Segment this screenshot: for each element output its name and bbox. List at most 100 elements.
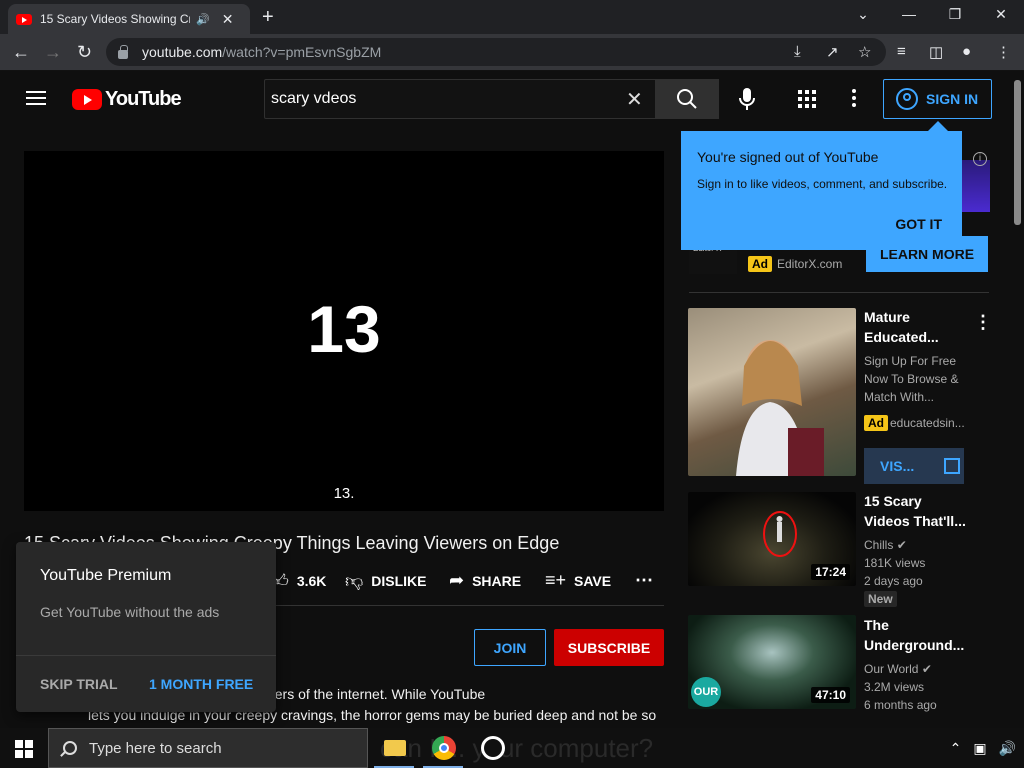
browser-toolbar: ← → ↻ youtube.com/watch?v=pmEsvnSgbZM ⤓ … <box>0 34 1024 71</box>
external-link-icon <box>944 458 961 474</box>
ad-domain: EditorX.com <box>777 257 843 271</box>
got-it-button[interactable]: GOT IT <box>895 216 942 232</box>
chrome-icon[interactable] <box>432 736 456 760</box>
tab-title: 15 Scary Videos Showing Cre <box>40 12 190 26</box>
taskbar-background-text: can I ... your computer? <box>380 733 654 763</box>
apps-grid-icon[interactable] <box>798 90 816 108</box>
share-page-icon[interactable]: ↗ <box>826 43 839 61</box>
search-icon <box>677 89 697 109</box>
video-thumbnail[interactable]: 17:24 <box>688 492 856 586</box>
more-actions-icon[interactable]: ⋯ <box>635 570 653 591</box>
profile-icon[interactable]: ● <box>962 43 971 60</box>
browser-menu-icon[interactable]: ⋮ <box>996 43 1011 61</box>
related-video-title[interactable]: 15 Scary Videos That'll... <box>864 491 968 531</box>
tooltip-subtitle: Sign in to like videos, comment, and sub… <box>697 177 948 191</box>
windows-start-icon[interactable] <box>15 740 33 758</box>
share-icon: ➦ <box>449 570 465 590</box>
clear-search-icon[interactable]: ✕ <box>626 87 643 112</box>
app-icon[interactable] <box>481 736 505 760</box>
taskbar-search-placeholder: Type here to search <box>89 739 222 757</box>
new-badge: New <box>864 591 897 607</box>
minimize-button[interactable]: — <box>886 6 932 22</box>
file-explorer-icon[interactable] <box>384 740 406 756</box>
subscribe-button[interactable]: SUBSCRIBE <box>554 629 664 666</box>
install-icon[interactable]: ⤓ <box>794 43 801 60</box>
maximize-button[interactable]: ❐ <box>932 6 978 23</box>
youtube-logo[interactable]: YouTube <box>72 88 182 111</box>
sign-in-button[interactable]: SIGN IN <box>883 79 992 119</box>
search-button[interactable] <box>655 79 719 119</box>
forward-button[interactable]: → <box>44 42 62 63</box>
search-icon <box>63 741 77 755</box>
tooltip-title: You're signed out of YouTube <box>697 149 879 165</box>
new-tab-button[interactable]: + <box>262 6 274 29</box>
speaker-icon[interactable]: 🔊 <box>196 13 210 26</box>
lock-icon <box>118 44 128 59</box>
ad-domain: educatedsin... <box>890 416 965 430</box>
volume-icon[interactable]: 🔊 <box>999 740 1016 757</box>
video-player[interactable]: 13 13. <box>24 151 664 511</box>
skip-trial-button[interactable]: SKIP TRIAL <box>40 676 118 692</box>
thumbs-down-icon: 👎︎ <box>345 571 364 591</box>
upload-age: 6 months ago <box>864 698 937 712</box>
visit-label: VIS... <box>880 458 915 474</box>
taskbar-search[interactable]: Type here to search <box>48 728 368 768</box>
search-input[interactable]: scary vdeos <box>264 79 656 119</box>
ad-badge: Ad <box>748 256 772 272</box>
save-button[interactable]: ≡+ SAVE <box>545 570 611 591</box>
account-icon <box>896 88 918 110</box>
microphone-icon[interactable] <box>737 87 757 111</box>
like-button[interactable]: 👍︎ 3.6K <box>270 570 326 592</box>
network-icon[interactable]: ▣ <box>973 740 986 757</box>
menu-icon[interactable] <box>26 91 46 105</box>
ad-description: Sign Up For Free Now To Browse & Match W… <box>864 354 959 404</box>
video-frame-caption: 13. <box>333 485 355 502</box>
upload-age: 2 days ago <box>864 574 923 588</box>
channel-name: Our World ✔ <box>864 662 932 676</box>
ad-badge: Ad <box>864 415 888 431</box>
reload-button[interactable]: ↻ <box>77 42 92 63</box>
video-duration: 47:10 <box>811 687 850 703</box>
info-icon[interactable]: i <box>973 152 987 166</box>
visit-site-button[interactable]: VIS... <box>864 448 964 484</box>
related-video-title[interactable]: The Underground... <box>864 615 968 655</box>
side-panel-icon[interactable]: ◫ <box>929 43 943 61</box>
browser-tab[interactable]: 15 Scary Videos Showing Cre 🔊 ✕ <box>8 4 250 34</box>
ad-title[interactable]: Mature Educated... <box>864 307 968 347</box>
browser-tab-strip: 15 Scary Videos Showing Cre 🔊 ✕ + ⌄ — ❐ … <box>0 0 1024 34</box>
more-options-icon[interactable]: ⋮ <box>974 312 992 333</box>
youtube-favicon-icon <box>16 13 32 25</box>
back-button[interactable]: ← <box>12 42 30 63</box>
chevron-up-icon[interactable]: ⌃ <box>950 740 962 757</box>
tab-close-icon[interactable]: ✕ <box>222 11 234 28</box>
premium-title: YouTube Premium <box>40 567 172 584</box>
youtube-header: YouTube scary vdeos ✕ SIGN IN <box>0 71 1012 127</box>
bookmark-star-icon[interactable]: ☆ <box>858 43 871 61</box>
youtube-wordmark: YouTube <box>105 88 182 110</box>
premium-popup: YouTube Premium Get YouTube without the … <box>16 542 276 712</box>
settings-more-icon[interactable] <box>852 89 856 110</box>
url-path: /watch?v=pmEsvnSgbZM <box>222 44 382 60</box>
join-button[interactable]: JOIN <box>474 629 546 666</box>
premium-subtitle: Get YouTube without the ads <box>40 604 220 620</box>
address-bar[interactable]: youtube.com/watch?v=pmEsvnSgbZM <box>106 38 886 66</box>
close-window-button[interactable]: ✕ <box>978 6 1024 23</box>
share-label: SHARE <box>472 572 522 589</box>
system-tray: ⌃ ▣ 🔊 <box>950 740 1016 757</box>
media-queue-icon[interactable]: ≡ <box>897 43 906 60</box>
verified-icon: ✔ <box>896 538 907 552</box>
tab-search-icon[interactable]: ⌄ <box>840 6 886 23</box>
like-count: 3.6K <box>296 573 327 589</box>
ad-thumbnail[interactable] <box>688 308 856 476</box>
verified-icon: ✔ <box>921 662 932 676</box>
month-free-button[interactable]: 1 MONTH FREE <box>149 676 253 692</box>
sign-in-label: SIGN IN <box>926 91 979 107</box>
save-label: SAVE <box>574 572 612 589</box>
video-thumbnail[interactable]: OUR 47:10 <box>688 615 856 709</box>
divider <box>16 655 276 656</box>
view-count: 3.2M views <box>864 680 925 694</box>
share-button[interactable]: ➦ SHARE <box>449 570 521 591</box>
dislike-label: DISLIKE <box>371 573 427 589</box>
scrollbar-thumb[interactable] <box>1014 80 1021 225</box>
dislike-button[interactable]: 👎︎ DISLIKE <box>345 570 427 592</box>
